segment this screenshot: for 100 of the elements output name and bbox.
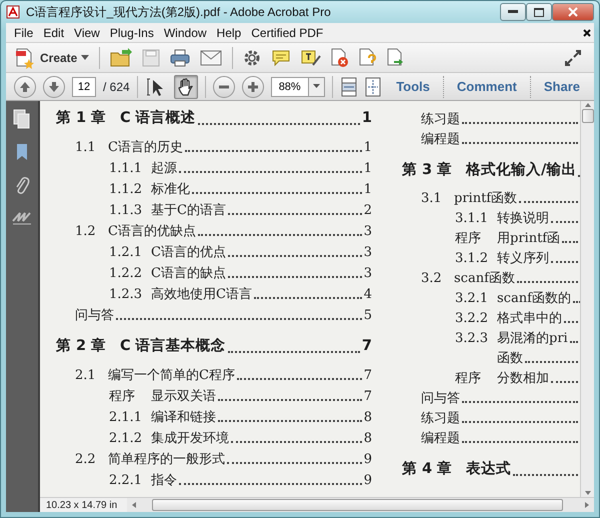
- entry-title: 编译和链接: [151, 408, 216, 426]
- entry-number: 3.2: [421, 270, 443, 288]
- minimize-icon: [508, 10, 518, 14]
- vertical-scrollbar[interactable]: [580, 101, 594, 497]
- page-number: 9: [364, 472, 372, 490]
- entry-number: 3.1: [421, 190, 443, 208]
- caret-icon: [312, 84, 320, 89]
- entry-number: 3.2.1: [455, 290, 490, 308]
- scroll-left-arrow-icon[interactable]: [130, 501, 138, 509]
- scrollbar-thumb[interactable]: [582, 109, 594, 123]
- chapter-title: C 语言基本概念: [120, 336, 226, 356]
- dot-leader: [519, 201, 578, 203]
- zoom-in-button[interactable]: [242, 76, 264, 98]
- entry-title: 转换说明: [497, 210, 549, 228]
- window-title: C语言程序设计_现代方法(第2版).pdf - Adobe Acrobat Pro: [26, 4, 331, 21]
- entry-number: 第 2 章: [56, 336, 108, 356]
- entry-number: 程序: [455, 230, 482, 248]
- page-number: 3: [364, 244, 372, 262]
- entry-title: 函数: [497, 350, 523, 368]
- horizontal-scrollbar[interactable]: [127, 498, 594, 512]
- dot-leader: [570, 341, 578, 343]
- minimize-button[interactable]: [500, 3, 526, 21]
- zoom-field[interactable]: 88%: [270, 76, 309, 96]
- open-folder-icon[interactable]: [110, 48, 132, 68]
- page-number: 1: [364, 180, 372, 198]
- entry-number: 1.1.3: [109, 202, 144, 220]
- document-export-icon[interactable]: [387, 48, 406, 68]
- previous-page-button[interactable]: [14, 76, 36, 98]
- settings-icon[interactable]: [243, 48, 262, 66]
- page-number: 3: [364, 222, 372, 240]
- entry-title: 问与答: [421, 390, 460, 408]
- entry-title: 易混淆的pri: [497, 330, 568, 348]
- dot-leader: [551, 221, 578, 223]
- entry-title: 分数相加: [497, 370, 549, 388]
- next-page-button[interactable]: [43, 76, 65, 98]
- entry-number: 2.1.1: [109, 408, 144, 426]
- page-number-field[interactable]: 12: [72, 76, 96, 96]
- entry-number: 1.1.2: [109, 180, 144, 198]
- chapter-title: 表达式: [466, 460, 511, 480]
- page-number: 7: [362, 337, 372, 356]
- hand-tool-button[interactable]: [174, 74, 198, 98]
- close-icon: [568, 7, 578, 17]
- menu-item[interactable]: View: [69, 24, 105, 42]
- text-edit-icon[interactable]: [301, 48, 322, 66]
- entry-number: 3.2.2: [455, 310, 490, 328]
- entry-title: 用printf函: [497, 230, 560, 248]
- entry-title: 练习题: [421, 410, 460, 428]
- zoom-out-button[interactable]: [212, 76, 235, 98]
- entry-title: 练习题: [421, 110, 460, 128]
- document-star-icon: [14, 46, 36, 68]
- menu-item[interactable]: Help: [212, 24, 246, 42]
- plus-icon: [246, 80, 259, 92]
- entry-number: 1.1: [75, 138, 97, 156]
- page-number: 9: [364, 450, 372, 468]
- pane-tab[interactable]: Comment: [450, 76, 523, 96]
- page-number: 7: [364, 388, 372, 406]
- comment-icon[interactable]: [271, 48, 292, 66]
- entry-title: C语言的历史: [108, 138, 183, 156]
- entry-title: printf函数: [454, 190, 518, 208]
- menu-item[interactable]: File: [9, 24, 38, 42]
- document-question-icon[interactable]: [359, 48, 378, 68]
- entry-title: 高效地使用C语言: [151, 286, 252, 304]
- page-number: 5: [364, 306, 372, 324]
- entry-number: 2.2: [75, 450, 97, 468]
- document-delete-icon[interactable]: [331, 48, 350, 68]
- entry-title: 指令: [151, 472, 177, 490]
- pane-tab[interactable]: Share: [538, 76, 586, 96]
- entry-title: 问与答: [75, 306, 114, 324]
- menu-item[interactable]: Edit: [38, 24, 70, 42]
- close-button[interactable]: [552, 3, 594, 21]
- entry-number: 3.2.3: [455, 330, 490, 348]
- maximize-button[interactable]: [526, 3, 552, 21]
- entry-title: C语言的优点: [151, 244, 226, 262]
- create-button[interactable]: Create: [14, 46, 90, 68]
- menu-item[interactable]: Certified PDF: [246, 24, 328, 42]
- page-number: 8: [364, 430, 372, 448]
- menu-item[interactable]: Plug-Ins: [104, 24, 159, 42]
- scrollbar-thumb[interactable]: [152, 499, 563, 511]
- paperclip-icon[interactable]: [14, 175, 30, 195]
- fit-page-icon[interactable]: [364, 76, 381, 96]
- close-icon[interactable]: [583, 28, 591, 36]
- fit-width-icon[interactable]: [340, 76, 358, 96]
- pages-icon[interactable]: [13, 109, 31, 129]
- mail-icon[interactable]: [200, 50, 222, 66]
- scroll-up-arrow-icon[interactable]: [584, 101, 592, 109]
- page-number: 1: [364, 160, 372, 178]
- bookmark-icon[interactable]: [15, 143, 29, 161]
- page-number: 3: [364, 264, 372, 282]
- page-count: / 624: [103, 78, 130, 96]
- dot-leader: [562, 241, 578, 243]
- dot-leader: [516, 281, 578, 283]
- entry-number: 第 4 章: [402, 460, 454, 480]
- print-icon[interactable]: [170, 48, 190, 66]
- dropdown-button[interactable]: [308, 76, 325, 96]
- entry-title: 起源: [151, 160, 177, 178]
- scroll-down-arrow-icon[interactable]: [584, 489, 592, 497]
- menu-item[interactable]: Window: [158, 24, 212, 42]
- pane-tab[interactable]: Tools: [390, 76, 436, 96]
- scroll-right-arrow-icon[interactable]: [583, 501, 591, 509]
- down-arrow-icon: [48, 80, 60, 92]
